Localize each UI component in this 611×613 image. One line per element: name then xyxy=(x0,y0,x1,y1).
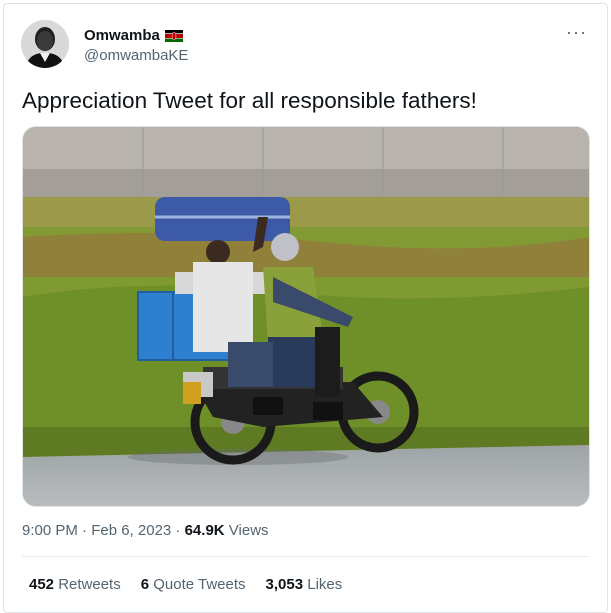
retweets-stat[interactable]: 452 Retweets xyxy=(29,576,121,593)
author-handle[interactable]: @omwambaKE xyxy=(84,47,188,64)
tweet-stats: 452 Retweets 6 Quote Tweets 3,053 Likes xyxy=(29,576,342,593)
views-label: Views xyxy=(224,522,269,539)
views-count: 64.9K xyxy=(184,522,225,539)
quotes-label: Quote Tweets xyxy=(149,576,246,593)
tweet-photo[interactable] xyxy=(22,126,590,507)
divider xyxy=(22,556,588,557)
tweet-timestamp[interactable]: 9:00 PM · Feb 6, 2023 · xyxy=(22,522,185,539)
photo-motorcycle-image xyxy=(23,127,589,506)
avatar-image xyxy=(21,20,69,68)
tweet-meta: 9:00 PM · Feb 6, 2023 · 64.9K Views xyxy=(22,522,269,539)
display-name[interactable]: Omwamba xyxy=(84,27,160,44)
more-options-icon[interactable]: ··· xyxy=(566,22,587,43)
likes-label: Likes xyxy=(303,576,343,593)
likes-stat[interactable]: 3,053 Likes xyxy=(266,576,343,593)
quote-tweets-stat[interactable]: 6 Quote Tweets xyxy=(141,576,246,593)
likes-count: 3,053 xyxy=(265,576,304,593)
tweet-text: Appreciation Tweet for all responsible f… xyxy=(22,88,477,113)
quotes-count: 6 xyxy=(140,576,150,593)
avatar[interactable] xyxy=(21,20,69,68)
retweets-count: 452 xyxy=(29,576,55,593)
kenya-flag-icon xyxy=(164,29,183,42)
retweets-label: Retweets xyxy=(54,576,121,593)
author-name[interactable]: Omwamba xyxy=(84,27,183,44)
